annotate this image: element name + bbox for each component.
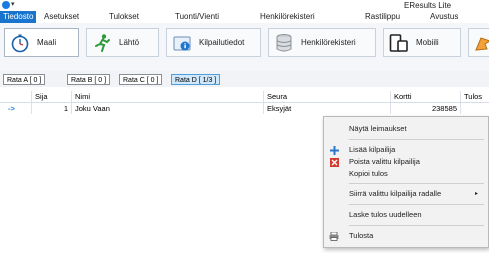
- flag-icon: [473, 32, 489, 54]
- menu-item-label: Laske tulos uudelleen: [349, 210, 422, 219]
- menu-henkilorekisteri[interactable]: Henkilörekisteri: [260, 12, 315, 21]
- cell-sija[interactable]: 1: [31, 103, 71, 114]
- menu-separator: [349, 139, 484, 140]
- submenu-arrow-icon: ▸: [474, 191, 478, 197]
- tab-lahto[interactable]: Lähtö: [86, 28, 159, 57]
- stopwatch-icon: [9, 32, 31, 54]
- column-header-nimi[interactable]: Nimi: [71, 91, 263, 102]
- cell-seura[interactable]: Eksyjät: [263, 103, 390, 114]
- menu-item-laske-tulos[interactable]: Laske tulos uudelleen: [324, 209, 486, 221]
- title-bar: ▾ EResults Lite: [0, 0, 489, 11]
- cell-nimi[interactable]: Joku Vaan: [71, 103, 263, 114]
- tab-henkilorekisteri[interactable]: Henkilörekisteri: [268, 28, 376, 57]
- menu-item-label: Lisää kilpailija: [349, 145, 396, 154]
- cell-tulos[interactable]: [460, 103, 489, 114]
- menu-item-nayta-leimaukset[interactable]: Näytä leimaukset: [324, 123, 486, 135]
- race-button-a[interactable]: Rata A [ 0 ]: [3, 74, 46, 85]
- column-header-seura[interactable]: Seura: [263, 91, 390, 102]
- runner-icon: [91, 32, 113, 54]
- race-button-b[interactable]: Rata B [ 0 ]: [67, 74, 111, 85]
- tab-partial[interactable]: [468, 28, 489, 57]
- menu-item-label: Poista valittu kilpailija: [349, 157, 420, 166]
- window-title: EResults Lite: [404, 1, 452, 10]
- menu-separator: [349, 204, 484, 205]
- row-indicator: ->: [8, 104, 15, 113]
- menu-tulokset[interactable]: Tulokset: [109, 12, 139, 21]
- tab-label: Maali: [37, 38, 57, 47]
- menu-item-tulosta[interactable]: Tulosta: [324, 230, 486, 242]
- menu-item-kopioi-tulos[interactable]: Kopioi tulos: [324, 168, 486, 180]
- race-button-d[interactable]: Rata D [ 1/3 ]: [171, 74, 221, 85]
- delete-icon: [329, 157, 339, 167]
- race-selector-bar: Rata A [ 0 ] Rata B [ 0 ] Rata C [ 0 ] R…: [0, 71, 489, 87]
- menu-item-label: Tulosta: [349, 231, 374, 240]
- menu-item-label: Kopioi tulos: [349, 169, 388, 178]
- plus-icon: [329, 145, 339, 155]
- mobile-icon: [388, 32, 410, 54]
- grid-header: Sija Nimi Seura Kortti Tulos: [0, 91, 489, 103]
- context-menu: Näytä leimaukset Lisää kilpailija Poista…: [323, 116, 489, 248]
- printer-icon: [329, 231, 339, 241]
- column-header-kortti[interactable]: Kortti: [390, 91, 460, 102]
- ribbon-toolbar: Maali Lähtö Kilpailutiedot Henkilörekist…: [0, 23, 489, 72]
- column-header-sija[interactable]: Sija: [31, 91, 71, 102]
- menu-asetukset[interactable]: Asetukset: [44, 12, 79, 21]
- tab-label: Henkilörekisteri: [301, 38, 356, 47]
- tab-label: Mobiili: [416, 38, 439, 47]
- menu-item-poista-kilpailija[interactable]: Poista valittu kilpailija: [324, 156, 486, 168]
- info-icon: [171, 32, 193, 54]
- menu-item-siirra-radalle[interactable]: Siirrä valittu kilpailija radalle ▸: [324, 188, 486, 200]
- tab-mobiili[interactable]: Mobiili: [383, 28, 461, 57]
- table-row[interactable]: -> 1 Joku Vaan Eksyjät 238585: [0, 103, 489, 114]
- app-icon: [2, 1, 10, 9]
- cell-kortti[interactable]: 238585: [390, 103, 460, 114]
- menu-item-label: Näytä leimaukset: [349, 124, 407, 133]
- menu-item-lisaa-kilpailija[interactable]: Lisää kilpailija: [324, 144, 486, 156]
- menu-separator: [349, 183, 484, 184]
- quick-access-dropdown-icon[interactable]: ▾: [11, 0, 15, 8]
- menu-separator: [349, 225, 484, 226]
- menu-avustus[interactable]: Avustus: [430, 12, 458, 21]
- menu-bar: Tiedosto Asetukset Tulokset Tuonti/Vient…: [0, 11, 489, 23]
- tab-maali[interactable]: Maali: [4, 28, 79, 57]
- menu-rastilippu[interactable]: Rastilippu: [365, 12, 400, 21]
- tab-label: Kilpailutiedot: [199, 38, 245, 47]
- menu-tuonti-vienti[interactable]: Tuonti/Vienti: [175, 12, 219, 21]
- menu-tiedosto[interactable]: Tiedosto: [0, 11, 37, 23]
- tab-label: Lähtö: [119, 38, 140, 47]
- column-header-tulos[interactable]: Tulos: [460, 91, 489, 102]
- database-icon: [273, 32, 295, 54]
- race-button-c[interactable]: Rata C [ 0 ]: [119, 74, 163, 85]
- menu-item-label: Siirrä valittu kilpailija radalle: [349, 189, 442, 198]
- tab-kilpailutiedot[interactable]: Kilpailutiedot: [166, 28, 261, 57]
